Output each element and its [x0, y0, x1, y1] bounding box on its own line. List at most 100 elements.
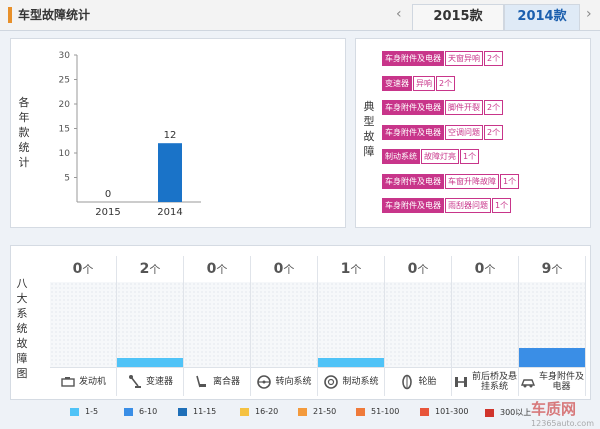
- system-bar-area: [385, 282, 451, 368]
- legend-label: 1-5: [85, 407, 99, 416]
- system-name: 轮胎: [385, 367, 451, 396]
- system-count: 9个: [519, 256, 585, 283]
- fault-count: 1个: [492, 198, 512, 213]
- system-name: 变速器: [117, 367, 183, 396]
- legend-swatch: [298, 407, 307, 416]
- fault-category: 制动系统: [382, 149, 420, 164]
- typical-fault-row[interactable]: 车身附件及电器 空调问题 2个: [382, 124, 504, 140]
- system-count: 2个: [117, 256, 183, 283]
- x-tick-label: 2015: [95, 207, 120, 218]
- legend-swatch: [178, 407, 187, 416]
- legend-swatch: [70, 407, 79, 416]
- legend-item: 1-5: [70, 407, 98, 416]
- system-bar-area: [519, 282, 585, 368]
- y-tick-label: 25: [59, 76, 70, 86]
- system-name: 发动机: [50, 367, 116, 396]
- legend-label: 6-10: [139, 407, 158, 416]
- yearly-stats-label: 各年款统计: [18, 96, 30, 169]
- fault-count: 2个: [484, 51, 504, 66]
- system-name: 离合器: [184, 367, 250, 396]
- system-count: 0个: [452, 256, 518, 283]
- system-bar-area: [50, 282, 116, 368]
- page-title: 车型故障统计: [8, 7, 90, 23]
- clutch-icon: [196, 375, 206, 388]
- system-column-clutch[interactable]: 0个离合器: [184, 256, 251, 396]
- fault-issue: 天窗异响: [445, 51, 483, 66]
- typical-fault-row[interactable]: 变速器 异响 2个: [382, 75, 456, 91]
- fault-issue: 空调问题: [445, 124, 483, 140]
- typical-fault-row[interactable]: 制动系统 故障灯亮 1个: [382, 149, 480, 164]
- tab-2015[interactable]: 2015款: [412, 4, 504, 30]
- legend-label: 16-20: [255, 407, 279, 416]
- legend-label: 300以上: [500, 408, 532, 417]
- fault-issue: 故障灯亮: [421, 149, 459, 164]
- tab-2014[interactable]: 2014款: [504, 4, 580, 30]
- next-arrow-icon[interactable]: ›: [586, 6, 592, 22]
- legend-item: 21-50: [298, 407, 336, 416]
- legend-item: 101-300: [420, 407, 468, 416]
- system-count: 0个: [184, 256, 250, 283]
- tire-icon: [402, 374, 413, 390]
- system-column-steering-wheel[interactable]: 0个 转向系统: [251, 256, 318, 396]
- legend-swatch: [124, 407, 133, 416]
- system-column-car-body[interactable]: 9个 车身附件及电器: [519, 256, 586, 396]
- typical-fault-row[interactable]: 车身附件及电器 车窗升降故障 1个: [382, 173, 520, 189]
- brake-icon: [324, 375, 339, 389]
- system-count: 0个: [50, 256, 116, 283]
- fault-category: 车身附件及电器: [382, 51, 444, 66]
- system-column-tire[interactable]: 0个轮胎: [385, 256, 452, 396]
- prev-arrow-icon[interactable]: ‹: [396, 6, 402, 22]
- legend-item: 51-100: [356, 407, 399, 416]
- fault-issue: 雨刮器问题: [445, 198, 491, 213]
- system-column-brake[interactable]: 1个 制动系统: [318, 256, 385, 396]
- system-bar-area: [452, 282, 518, 368]
- car-body-icon: [520, 379, 535, 388]
- fault-issue: 车窗升降故障: [445, 173, 499, 189]
- system-column-engine[interactable]: 0个发动机: [50, 256, 117, 396]
- legend-item: 6-10: [124, 407, 157, 416]
- engine-icon: [61, 377, 75, 387]
- typical-fault-row[interactable]: 车身附件及电器 脚件开裂 2个: [382, 100, 504, 115]
- bar-value-label: 12: [164, 130, 177, 141]
- system-name: 前后桥及悬挂系统: [452, 367, 518, 396]
- typical-faults-label: 典型故障: [363, 100, 375, 158]
- system-bar-area: [251, 282, 317, 368]
- fault-issue: 脚件开裂: [445, 100, 483, 115]
- header-bar: 车型故障统计 ‹ 2015款 2014款 ›: [0, 0, 600, 31]
- bar-2014: [158, 143, 182, 202]
- typical-faults-panel: 典型故障 车身附件及电器 天窗异响 2个 变速器 异响 2个 车身附件及电器 脚件开裂 2个 车身…: [355, 38, 591, 228]
- fault-category: 车身附件及电器: [382, 173, 444, 189]
- typical-fault-row[interactable]: 车身附件及电器 天窗异响 2个: [382, 51, 504, 66]
- bar-value-label: 0: [105, 189, 111, 200]
- system-name: 转向系统: [251, 367, 317, 396]
- system-column-suspension[interactable]: 0个前后桥及悬挂系统: [452, 256, 519, 396]
- fault-count: 2个: [436, 75, 456, 91]
- suspension-icon: [454, 377, 467, 387]
- system-column-gear-shift[interactable]: 2个变速器: [117, 256, 184, 396]
- y-tick-label: 10: [59, 149, 71, 159]
- legend-swatch: [356, 407, 365, 416]
- system-count: 0个: [385, 256, 451, 283]
- legend-label: 21-50: [313, 407, 337, 416]
- legend-item: 300以上: [485, 407, 531, 418]
- legend-swatch: [485, 408, 494, 417]
- y-tick-label: 30: [59, 51, 71, 61]
- system-bar-area: [117, 282, 183, 368]
- typical-fault-row[interactable]: 车身附件及电器 雨刮器问题 1个: [382, 198, 512, 213]
- watermark: 车质网 12365auto.com: [531, 400, 594, 428]
- year-tabs: ‹ 2015款 2014款 ›: [390, 0, 600, 30]
- y-tick-label: 5: [64, 174, 70, 184]
- legend-label: 11-15: [193, 407, 217, 416]
- fault-category: 车身附件及电器: [382, 124, 444, 140]
- fault-category: 车身附件及电器: [382, 100, 444, 115]
- fault-count: 1个: [500, 173, 520, 189]
- eight-systems-label: 八大系统故障图: [16, 277, 28, 380]
- legend-swatch: [420, 407, 429, 416]
- system-bar-area: [184, 282, 250, 368]
- y-tick-label: 15: [59, 125, 70, 135]
- fault-count: 2个: [484, 100, 504, 115]
- system-bar-area: [318, 282, 384, 368]
- fault-category: 变速器: [382, 75, 412, 91]
- fault-category: 车身附件及电器: [382, 198, 444, 213]
- yearly-stats-panel: 各年款统计 5 10 15 20 25 30 0 2015 12 2014: [10, 38, 346, 228]
